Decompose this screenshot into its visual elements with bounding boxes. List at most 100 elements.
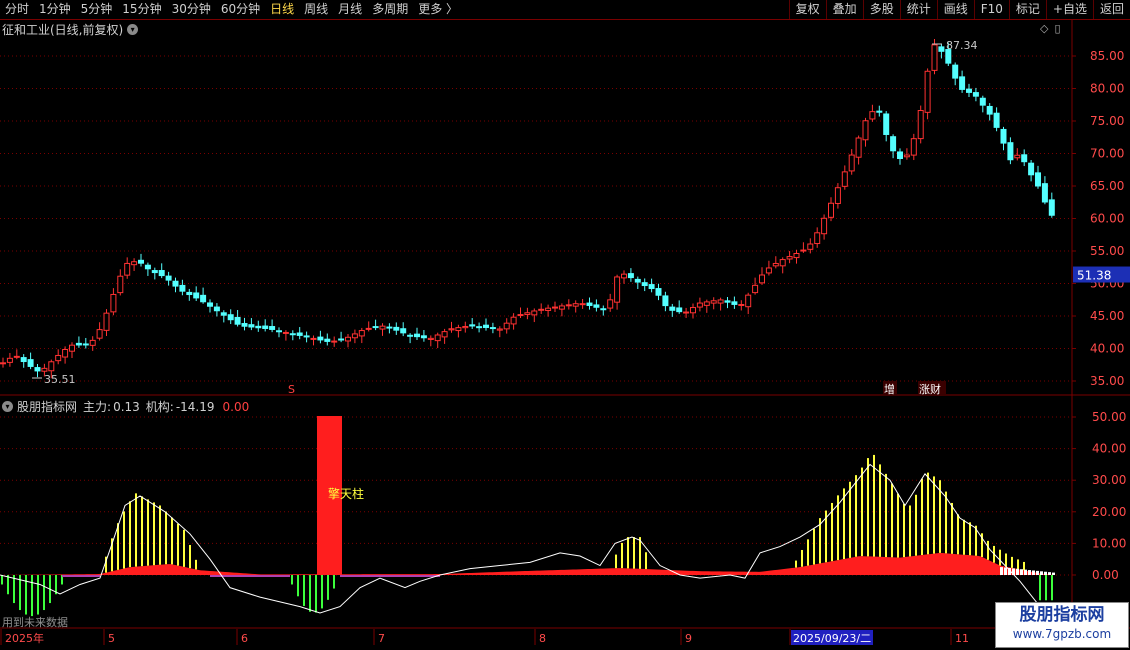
zeng-marker: 增 xyxy=(884,382,895,396)
candle xyxy=(365,327,372,330)
candle xyxy=(938,46,945,52)
candle xyxy=(276,330,282,333)
white-tail-bar xyxy=(1048,572,1051,575)
jigou-value: -14.19 xyxy=(175,399,215,414)
candle xyxy=(717,299,724,304)
candle xyxy=(0,362,6,365)
candle xyxy=(151,270,158,274)
x-axis-label: 9 xyxy=(685,632,692,645)
candle xyxy=(634,278,641,283)
candle xyxy=(828,202,834,218)
extra-value: 0.00 xyxy=(222,399,250,414)
sub-y-tick-label: 50.00 xyxy=(1092,410,1126,424)
candle xyxy=(786,256,793,260)
future-data-hint: 用到未来数据 xyxy=(2,616,68,629)
candle xyxy=(641,282,648,287)
current-price-label: 51.38 xyxy=(1077,269,1111,283)
candle xyxy=(607,299,614,309)
candle xyxy=(75,342,82,346)
candle xyxy=(483,324,489,328)
jigou-line xyxy=(0,463,1041,614)
pillar-label: 擎天柱 xyxy=(328,486,364,501)
candle xyxy=(1041,183,1048,203)
white-tail-bar xyxy=(1028,570,1031,575)
candle xyxy=(510,316,517,325)
candle xyxy=(144,264,151,270)
zhangcai-marker: 涨财 xyxy=(919,382,941,396)
candle xyxy=(338,338,345,341)
candle xyxy=(614,276,621,303)
candle xyxy=(897,151,903,159)
candle xyxy=(876,110,883,113)
candle xyxy=(110,293,117,313)
sub-y-tick-label: 10.00 xyxy=(1092,536,1126,550)
candle xyxy=(855,137,862,158)
white-tail-bar xyxy=(1032,570,1035,575)
candle xyxy=(655,288,662,296)
candle xyxy=(48,361,55,372)
main-y-tick-label: 75.00 xyxy=(1090,114,1124,128)
white-tail-bar xyxy=(1016,568,1019,575)
main-y-tick-label: 85.00 xyxy=(1090,49,1124,63)
candle xyxy=(765,267,772,274)
white-tail-bar xyxy=(1004,567,1007,575)
chevron-down-icon[interactable]: ▾ xyxy=(2,401,13,412)
candle xyxy=(158,270,165,277)
candle xyxy=(62,348,69,358)
candle xyxy=(903,154,910,158)
main-y-tick-label: 55.00 xyxy=(1090,244,1124,258)
candle xyxy=(379,325,386,330)
kline-chart[interactable]: 85.0080.0075.0070.0065.0060.0055.0050.00… xyxy=(0,0,1130,650)
candle xyxy=(724,300,731,303)
candle xyxy=(358,330,365,337)
candle xyxy=(572,303,579,307)
candle xyxy=(966,88,972,93)
candle xyxy=(524,312,531,315)
white-tail-bar xyxy=(1036,570,1039,575)
white-tail-bar xyxy=(1012,568,1015,575)
candle xyxy=(890,136,897,152)
candle xyxy=(317,336,324,341)
candle xyxy=(703,301,710,306)
candle xyxy=(138,259,144,264)
candle xyxy=(834,187,841,204)
candle xyxy=(489,327,496,330)
candle xyxy=(345,336,351,342)
white-tail-bar xyxy=(1040,571,1043,575)
candle xyxy=(103,312,110,331)
candle xyxy=(55,354,62,362)
candle xyxy=(448,328,455,331)
candle xyxy=(289,333,296,336)
candle xyxy=(386,326,393,329)
candle xyxy=(676,307,683,313)
candle xyxy=(759,274,765,284)
candle xyxy=(883,113,890,135)
white-tail-bar xyxy=(1020,569,1023,575)
candle xyxy=(455,327,462,332)
candle xyxy=(496,328,503,331)
main-y-tick-label: 40.00 xyxy=(1090,342,1124,356)
candle xyxy=(248,324,255,328)
candle xyxy=(710,300,717,304)
watermark-url: www.7gpzb.com xyxy=(1012,627,1112,641)
candle xyxy=(241,323,248,327)
white-tail-bar xyxy=(1052,572,1055,575)
candle xyxy=(427,337,434,340)
candle xyxy=(255,325,262,329)
candle xyxy=(862,120,869,141)
candle xyxy=(131,261,138,266)
low-price-label: 35.51 xyxy=(44,373,76,386)
candle xyxy=(779,259,786,267)
candle xyxy=(952,64,959,79)
candle xyxy=(462,326,469,329)
candle xyxy=(34,367,41,372)
candle xyxy=(303,335,310,338)
x-axis-label: 6 xyxy=(241,632,248,645)
white-tail-bar xyxy=(1024,569,1027,575)
candle xyxy=(586,302,593,306)
candle xyxy=(752,284,759,294)
sub-y-tick-label: 30.00 xyxy=(1092,473,1126,487)
candle xyxy=(441,331,448,338)
candle xyxy=(179,284,186,292)
main-y-tick-label: 35.00 xyxy=(1090,374,1124,388)
